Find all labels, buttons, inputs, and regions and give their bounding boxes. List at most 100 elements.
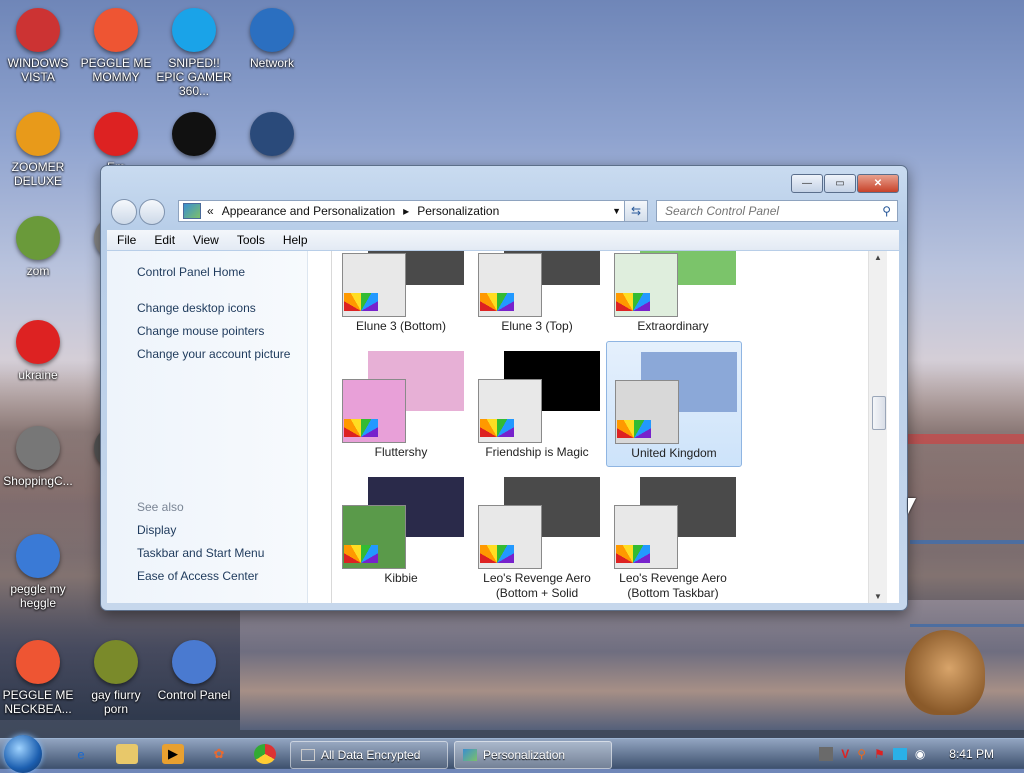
theme-tile[interactable]: Elune 3 (Top) [470,251,604,339]
link-ease-of-access[interactable]: Ease of Access Center [137,569,258,583]
zuma-icon [16,112,60,156]
desktop-icon[interactable]: SNIPED!! EPIC GAMER 360... [156,8,232,98]
link-display[interactable]: Display [137,523,176,537]
search-icon[interactable]: ⚲ [882,204,891,218]
maximize-button[interactable]: ▭ [824,174,856,193]
explorer-folder-icon[interactable] [116,744,138,764]
minimize-button[interactable]: — [791,174,823,193]
start-button[interactable] [4,735,42,773]
search-box[interactable]: ⚲ [656,200,898,222]
task-personalization[interactable]: Personalization [454,741,612,769]
control-panel-icon [183,203,201,219]
tray-app-icon[interactable] [819,747,834,761]
app-icon [172,112,216,156]
see-also-heading: See also [137,500,184,514]
menu-view[interactable]: View [193,233,219,247]
app-icon[interactable]: ✿ [208,744,230,764]
theme-tile[interactable]: Kibbie [334,467,468,591]
menu-help[interactable]: Help [283,233,308,247]
color-fan-icon [344,293,378,311]
desktop-icon[interactable]: WINDOWS VISTA [0,8,76,84]
theme-tile[interactable]: Fluttershy [334,341,468,465]
menu-edit[interactable]: Edit [154,233,175,247]
desktop-icon[interactable]: Control Panel [156,640,232,702]
left-task-pane: Control Panel Home Change desktop icons … [107,251,308,603]
menu-file[interactable]: File [117,233,136,247]
desktop-icon[interactable]: ZOOMER DELUXE [0,112,76,188]
theme-scrollbar[interactable]: ▲ ▼ [868,251,887,603]
tray-v-icon[interactable]: V [841,747,849,761]
mouse-cursor-icon [908,498,916,514]
peggle-icon [16,640,60,684]
color-fan-icon [480,293,514,311]
desktop-icon[interactable]: Network [234,8,310,70]
peggle-icon [94,8,138,52]
tray-search-icon[interactable]: ⚲ [857,747,866,761]
wallpaper-bridge [910,540,1024,627]
link-change-desktop-icons[interactable]: Change desktop icons [137,301,256,315]
color-fan-icon [616,293,650,311]
theme-tile[interactable]: Elune 3 (Bottom) [334,251,468,339]
back-button[interactable] [111,199,137,225]
box-icon [94,640,138,684]
personalization-window[interactable]: — ▭ ✕ « Appearance and Personalization ▸… [100,165,908,611]
breadcrumb-separator-icon[interactable]: ▸ [403,204,409,218]
desktop-icon[interactable]: PEGGLE ME NECKBEA... [0,640,76,716]
close-button[interactable]: ✕ [857,174,899,193]
devcpp-icon [94,112,138,156]
desktop-icon[interactable] [234,112,310,160]
peggle-icon [16,534,60,578]
desktop-icon[interactable]: peggle my heggle [0,534,76,610]
breadcrumb-appearance[interactable]: Appearance and Personalization [222,204,395,218]
desktop-icon[interactable]: PEGGLE ME MOMMY [78,8,154,84]
desktop-icon[interactable]: ShoppingC... [0,426,76,488]
theme-tile[interactable]: Leo's Revenge Aero (Bottom Taskbar) [606,467,740,600]
link-taskbar-start-menu[interactable]: Taskbar and Start Menu [137,546,264,560]
scroll-thumb[interactable] [872,396,886,430]
theme-name: United Kingdom [631,446,717,460]
theme-tile[interactable]: Friendship is Magic [470,341,604,465]
address-dropdown-icon[interactable]: ▼ [612,206,621,216]
link-change-account-picture[interactable]: Change your account picture [137,347,290,361]
theme-name: Friendship is Magic [485,445,589,459]
desktop-icon-label: peggle my heggle [10,582,66,610]
search-input[interactable] [663,203,867,219]
desktop-icon-label: ZOOMER DELUXE [11,160,65,188]
control-panel-icon [463,749,477,761]
theme-tile[interactable]: Extraordinary [606,251,740,339]
breadcrumb-overflow[interactable]: « [207,204,214,218]
link-change-mouse-pointers[interactable]: Change mouse pointers [137,324,264,338]
tray-volume-icon[interactable]: ◉ [915,747,925,761]
monitor-icon [250,112,294,156]
tray-flag-icon[interactable]: ⚑ [874,747,885,761]
desktop-icon[interactable] [156,112,232,160]
network-icon [250,8,294,52]
content-area: Control Panel Home Change desktop icons … [107,251,899,603]
task-label: Personalization [483,748,566,762]
internet-explorer-icon[interactable]: e [70,744,92,764]
desktop-icon[interactable]: gay fiurry porn [78,640,154,716]
clock[interactable]: 8:41 PM [949,747,994,761]
theme-tile[interactable]: United Kingdom [606,341,742,467]
theme-name: Extraordinary [637,319,709,333]
scroll-up-arrow-icon[interactable]: ▲ [874,253,882,262]
media-player-icon[interactable]: ▶ [162,744,184,764]
address-bar[interactable]: « Appearance and Personalization ▸ Perso… [178,200,626,222]
task-all-data-encrypted[interactable]: All Data Encrypted [290,741,448,769]
tray-display-icon[interactable] [892,748,907,760]
theme-gallery[interactable]: Elune 3 (Bottom) Elune 3 (Top) Extraordina… [331,251,872,603]
theme-name: Elune 3 (Top) [501,319,573,333]
theme-name: Fluttershy [374,445,428,459]
desktop-icon[interactable]: zom [0,216,76,278]
chrome-icon[interactable] [254,744,276,764]
flash-icon [16,426,60,470]
breadcrumb-personalization[interactable]: Personalization [417,204,499,218]
link-control-panel-home[interactable]: Control Panel Home [137,265,245,279]
theme-tile[interactable]: Leo's Revenge Aero (Bottom + Solid [470,467,604,600]
scroll-down-arrow-icon[interactable]: ▼ [874,592,882,601]
forward-button[interactable] [139,199,165,225]
menu-tools[interactable]: Tools [237,233,265,247]
desktop-icon[interactable]: ukraine [0,320,76,382]
theme-name: Kibbie [384,571,418,585]
refresh-button[interactable]: ⇆ [624,200,648,222]
